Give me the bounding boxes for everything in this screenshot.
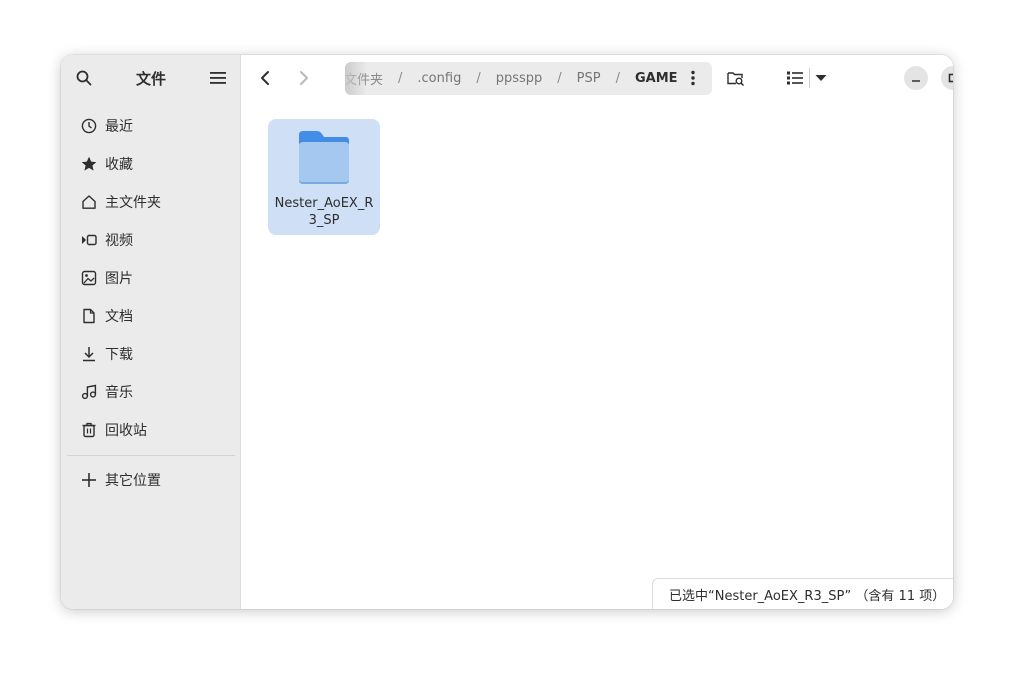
header-bar: 文件夹 / .config / ppsspp / PSP / GAME (241, 55, 953, 101)
sidebar-item-label: 回收站 (105, 423, 147, 439)
breadcrumb-psp[interactable]: PSP (577, 71, 601, 86)
sidebar: 文件 最近 收藏 主文件夹 视频 图片 文档 下载 音乐 回收站 其它位置 (61, 55, 241, 609)
folder-item[interactable]: Nester_AoEX_R3_SP (268, 119, 380, 235)
trash-icon (81, 422, 97, 438)
search-icon[interactable] (73, 67, 95, 89)
sidebar-item-recent[interactable]: 最近 (61, 107, 240, 145)
breadcrumb-ppsspp[interactable]: ppsspp (496, 71, 543, 86)
sidebar-item-documents[interactable]: 文档 (61, 297, 240, 335)
sidebar-item-label: 视频 (105, 233, 133, 249)
download-icon (81, 346, 97, 362)
plus-icon (81, 472, 97, 488)
sidebar-item-label: 最近 (105, 119, 133, 135)
breadcrumb-separator: / (476, 71, 481, 86)
path-bar: 文件夹 / .config / ppsspp / PSP / GAME (345, 62, 712, 95)
sidebar-item-label: 主文件夹 (105, 195, 161, 211)
image-icon (81, 270, 97, 286)
sidebar-other-locations-section: 其它位置 (61, 461, 240, 499)
breadcrumb-current[interactable]: GAME (635, 71, 678, 86)
sidebar-item-downloads[interactable]: 下载 (61, 335, 240, 373)
sidebar-item-label: 文档 (105, 309, 133, 325)
breadcrumb-separator: / (615, 71, 620, 86)
minimize-icon[interactable] (904, 66, 928, 90)
clock-icon (81, 118, 97, 134)
sidebar-item-trash[interactable]: 回收站 (61, 411, 240, 449)
chevron-right-icon[interactable] (292, 66, 316, 90)
file-grid: Nester_AoEX_R3_SP (241, 101, 953, 609)
maximize-icon[interactable] (941, 66, 953, 90)
sidebar-item-home[interactable]: 主文件夹 (61, 183, 240, 221)
star-icon (81, 156, 97, 172)
document-icon (81, 308, 97, 324)
sidebar-header: 文件 (61, 55, 240, 101)
video-icon (81, 232, 97, 248)
breadcrumb-separator: / (398, 71, 403, 86)
list-view-icon[interactable] (784, 66, 806, 90)
folder-search-icon[interactable] (725, 66, 747, 90)
sidebar-places-list: 最近 收藏 主文件夹 视频 图片 文档 下载 音乐 回收站 (61, 107, 240, 449)
home-icon (81, 194, 97, 210)
chevron-left-icon[interactable] (253, 66, 277, 90)
sidebar-item-label: 收藏 (105, 157, 133, 173)
sidebar-item-other-locations[interactable]: 其它位置 (61, 461, 240, 499)
sidebar-item-label: 图片 (105, 271, 133, 287)
vertical-dots-icon[interactable] (682, 67, 704, 89)
status-bar: 已选中“Nester_AoEX_R3_SP” （含有 11 项） (652, 578, 953, 609)
folder-icon (297, 129, 351, 185)
path-bar-fade (345, 62, 367, 95)
sidebar-item-videos[interactable]: 视频 (61, 221, 240, 259)
sidebar-item-starred[interactable]: 收藏 (61, 145, 240, 183)
folder-name: Nester_AoEX_R3_SP (274, 196, 374, 228)
sidebar-item-label: 音乐 (105, 385, 133, 401)
sidebar-item-music[interactable]: 音乐 (61, 373, 240, 411)
sidebar-item-label: 下载 (105, 347, 133, 363)
file-manager-window: 文件 最近 收藏 主文件夹 视频 图片 文档 下载 音乐 回收站 其它位置 / … (61, 55, 953, 609)
view-button-separator (809, 68, 810, 88)
sidebar-item-label: 其它位置 (105, 473, 161, 489)
main-pane: 文件夹 / .config / ppsspp / PSP / GAME (241, 55, 953, 609)
music-icon (81, 384, 97, 400)
breadcrumb-config[interactable]: .config (417, 71, 461, 86)
dropdown-arrow-icon[interactable] (812, 66, 830, 90)
sidebar-item-pictures[interactable]: 图片 (61, 259, 240, 297)
app-title: 文件 (135, 70, 166, 88)
sidebar-divider (67, 455, 235, 456)
hamburger-menu-icon[interactable] (207, 67, 229, 89)
breadcrumb-separator: / (557, 71, 562, 86)
